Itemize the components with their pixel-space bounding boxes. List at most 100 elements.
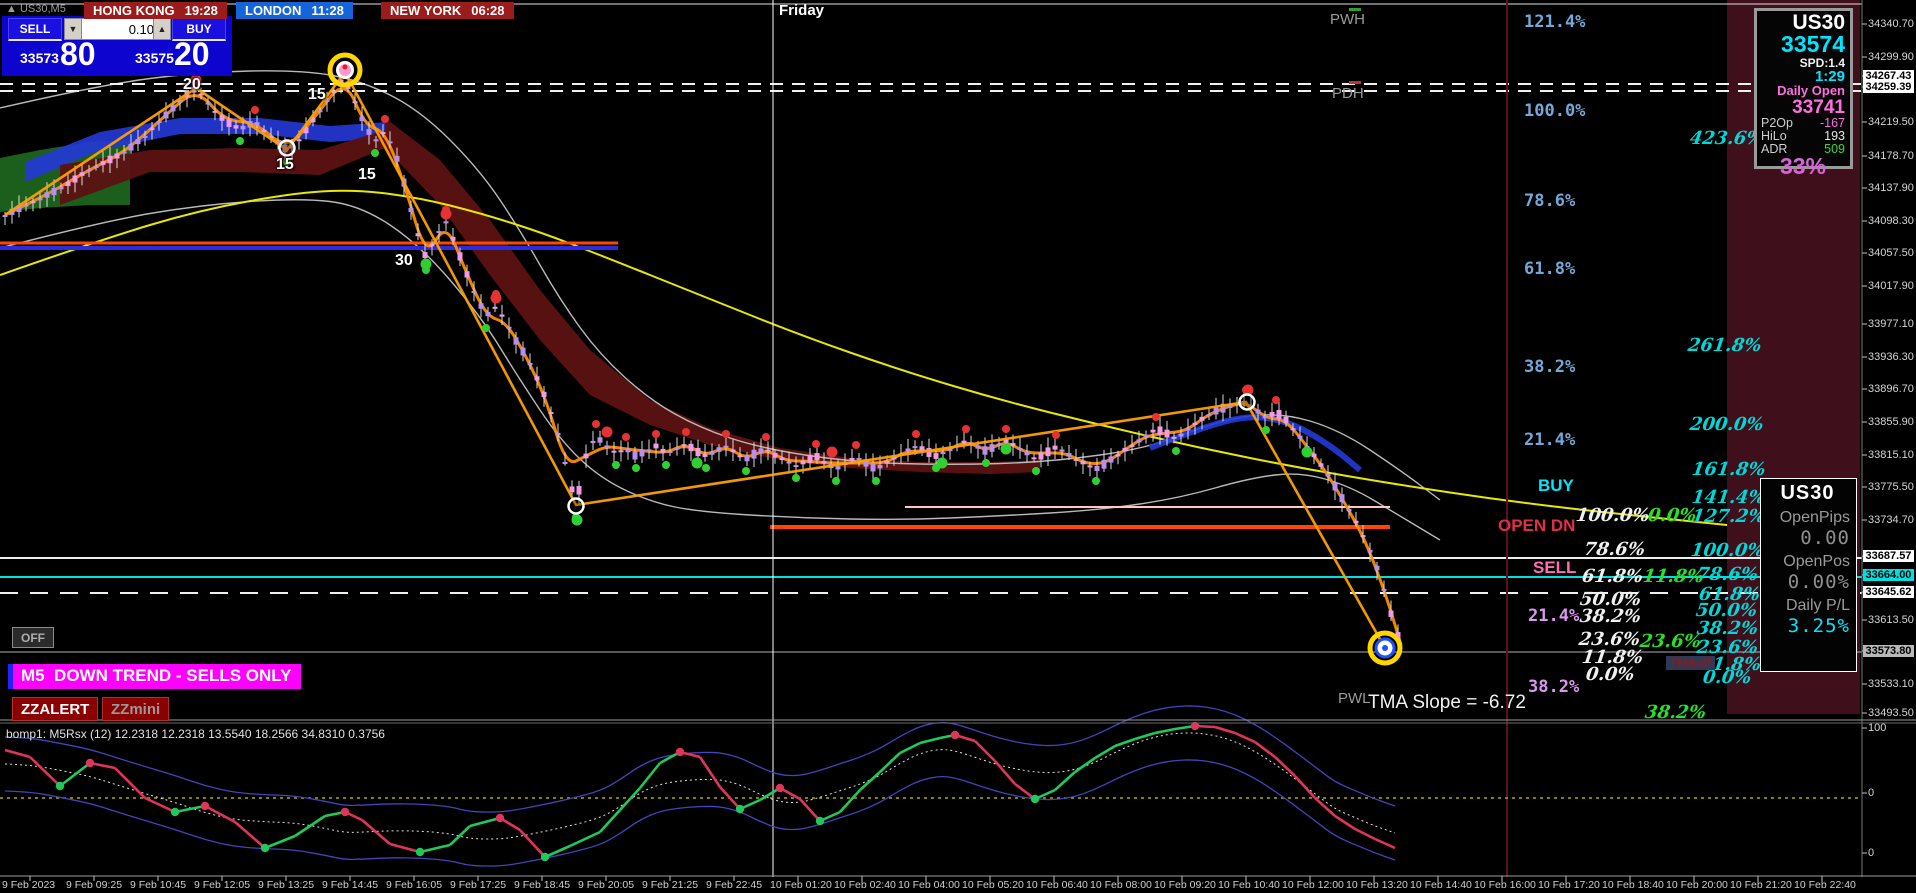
time-axis-label[interactable]: 9 Feb 10:45	[130, 879, 186, 891]
mt4-chart-window: ▲ US30,M5 HONG KONG 19:28 LONDON 11:28 NEW Y…	[0, 0, 1916, 893]
symbol-period-label: ▲ US30,M5	[6, 3, 66, 15]
price-marker-label[interactable]: 33573.80	[1863, 645, 1914, 657]
time-axis-label[interactable]: 9 Feb 16:05	[386, 879, 442, 891]
oscillator-segment	[264, 834, 296, 850]
candle-body	[674, 447, 680, 450]
price-scale-label[interactable]: 33533.10	[1868, 678, 1914, 690]
time-axis-label[interactable]: 10 Feb 16:00	[1474, 879, 1536, 891]
price-scale-label[interactable]: 34178.70	[1868, 150, 1914, 162]
time-axis-label[interactable]: 10 Feb 18:40	[1602, 879, 1664, 891]
tma-lower-band	[0, 199, 1441, 541]
trend-banner: M5 DOWN TREND - SELLS ONLY	[8, 664, 302, 689]
time-axis-label[interactable]: 10 Feb 20:00	[1666, 879, 1728, 891]
swing-low-dot	[236, 137, 244, 145]
time-axis-label[interactable]: 10 Feb 17:20	[1538, 879, 1600, 891]
price-scale-label[interactable]: 33613.50	[1868, 614, 1914, 626]
candle-body	[51, 187, 57, 196]
price-marker-label[interactable]: 33664.00	[1863, 569, 1914, 581]
fib-retrace-label: 38.2%	[1643, 702, 1708, 723]
time-axis-label[interactable]: 10 Feb 05:20	[962, 879, 1024, 891]
session-clock-hong-kong: HONG KONG 19:28	[84, 2, 227, 19]
price-scale-label[interactable]: 34137.90	[1868, 182, 1914, 194]
candle-body	[1290, 428, 1296, 431]
sell-signal-dot	[601, 426, 613, 438]
position-row-label: Daily P/L	[1785, 597, 1850, 614]
time-axis-label[interactable]: 10 Feb 09:20	[1154, 879, 1216, 891]
candle-body	[296, 139, 302, 142]
swing-low-dot	[702, 464, 710, 472]
zzalert-button[interactable]: ZZALERT	[12, 697, 99, 721]
off-toggle-button[interactable]: OFF	[12, 627, 54, 648]
time-axis-label[interactable]: 10 Feb 22:40	[1794, 879, 1856, 891]
time-axis-label[interactable]: 9 Feb 21:25	[642, 879, 698, 891]
candle-body	[408, 207, 414, 213]
time-axis-label[interactable]: 9 Feb 2023	[2, 879, 55, 891]
candle-body	[380, 132, 386, 135]
candle-body	[751, 449, 757, 459]
price-scale-label[interactable]: 33855.90	[1868, 416, 1914, 428]
swing-low-dot	[1032, 467, 1040, 475]
price-chart-canvas[interactable]	[0, 0, 1916, 893]
candle-body	[1129, 444, 1135, 447]
oscillator-segment	[449, 825, 471, 846]
fib-retrace-label: 38.2%	[1578, 606, 1643, 627]
time-axis-label[interactable]: 10 Feb 14:40	[1410, 879, 1472, 891]
time-axis-label[interactable]: 10 Feb 06:40	[1026, 879, 1088, 891]
lot-increase-button[interactable]: ▲	[153, 18, 171, 40]
price-marker-label[interactable]: 33687.57	[1863, 550, 1914, 562]
time-axis-label[interactable]: 9 Feb 09:25	[66, 879, 122, 891]
oscillator-segment	[1114, 737, 1136, 748]
time-axis-label[interactable]: 10 Feb 10:40	[1218, 879, 1280, 891]
candle-body	[485, 311, 491, 317]
price-scale-label[interactable]: 34098.30	[1868, 215, 1914, 227]
price-scale-label[interactable]: 33493.50	[1868, 707, 1914, 719]
candle-body	[758, 448, 764, 454]
time-axis-label[interactable]: 9 Feb 14:45	[322, 879, 378, 891]
time-axis-label[interactable]: 10 Feb 04:00	[898, 879, 960, 891]
tma-off-button[interactable]: TMAoff	[1666, 656, 1716, 670]
swing-low-dot	[371, 149, 379, 157]
time-axis-label[interactable]: 10 Feb 02:40	[834, 879, 896, 891]
oscillator-segment	[994, 760, 1016, 785]
candle-body	[1318, 463, 1324, 467]
price-scale-label[interactable]: 33896.70	[1868, 383, 1914, 395]
price-scale-label[interactable]: 33775.50	[1868, 481, 1914, 493]
candle-body	[1213, 407, 1219, 415]
time-axis-label[interactable]: 9 Feb 22:45	[706, 879, 762, 891]
time-axis-label[interactable]: 9 Feb 20:05	[578, 879, 634, 891]
swing-high-dot	[592, 420, 600, 428]
time-axis-label[interactable]: 10 Feb 13:20	[1346, 879, 1408, 891]
time-axis-label[interactable]: 9 Feb 13:25	[258, 879, 314, 891]
zzmini-button[interactable]: ZZmini	[102, 697, 170, 721]
price-scale-label[interactable]: 34057.50	[1868, 247, 1914, 259]
price-scale-label[interactable]: 34219.50	[1868, 116, 1914, 128]
time-axis-label[interactable]: 10 Feb 01:20	[770, 879, 832, 891]
candle-body	[1073, 458, 1079, 461]
time-axis-label[interactable]: 10 Feb 21:20	[1730, 879, 1792, 891]
price-scale-label[interactable]: 33977.10	[1868, 318, 1914, 330]
price-marker-label[interactable]: 33645.62	[1863, 586, 1914, 598]
swing-high-dot	[1002, 425, 1010, 433]
time-axis-label[interactable]: 10 Feb 08:00	[1090, 879, 1152, 891]
candle-body	[205, 102, 211, 105]
time-axis-label[interactable]: 10 Feb 12:00	[1282, 879, 1344, 891]
sell-button[interactable]: SELL	[8, 18, 62, 41]
price-scale-label[interactable]: 34017.90	[1868, 280, 1914, 292]
time-axis-label[interactable]: 9 Feb 18:45	[514, 879, 570, 891]
time-axis-label[interactable]: 9 Feb 12:05	[194, 879, 250, 891]
oscillator-turn-dot	[340, 807, 350, 817]
oscillator-segment	[1314, 797, 1336, 817]
stat-value: -167	[1819, 116, 1845, 131]
price-scale-label[interactable]: 33936.30	[1868, 351, 1914, 363]
candle-body	[989, 444, 995, 452]
price-scale-label[interactable]: 34340.70	[1868, 18, 1914, 30]
prev-week-low-label: PWL	[1338, 690, 1371, 707]
price-scale-label[interactable]: 33815.10	[1868, 449, 1914, 461]
oscillator-segment	[974, 740, 996, 762]
price-marker-label[interactable]: 34259.39	[1863, 81, 1914, 93]
price-scale-label[interactable]: 34299.90	[1868, 51, 1914, 63]
candle-body	[548, 411, 554, 414]
collapse-arrow-icon[interactable]: ▲	[6, 3, 17, 15]
time-axis-label[interactable]: 9 Feb 17:25	[450, 879, 506, 891]
price-scale-label[interactable]: 33734.70	[1868, 514, 1914, 526]
